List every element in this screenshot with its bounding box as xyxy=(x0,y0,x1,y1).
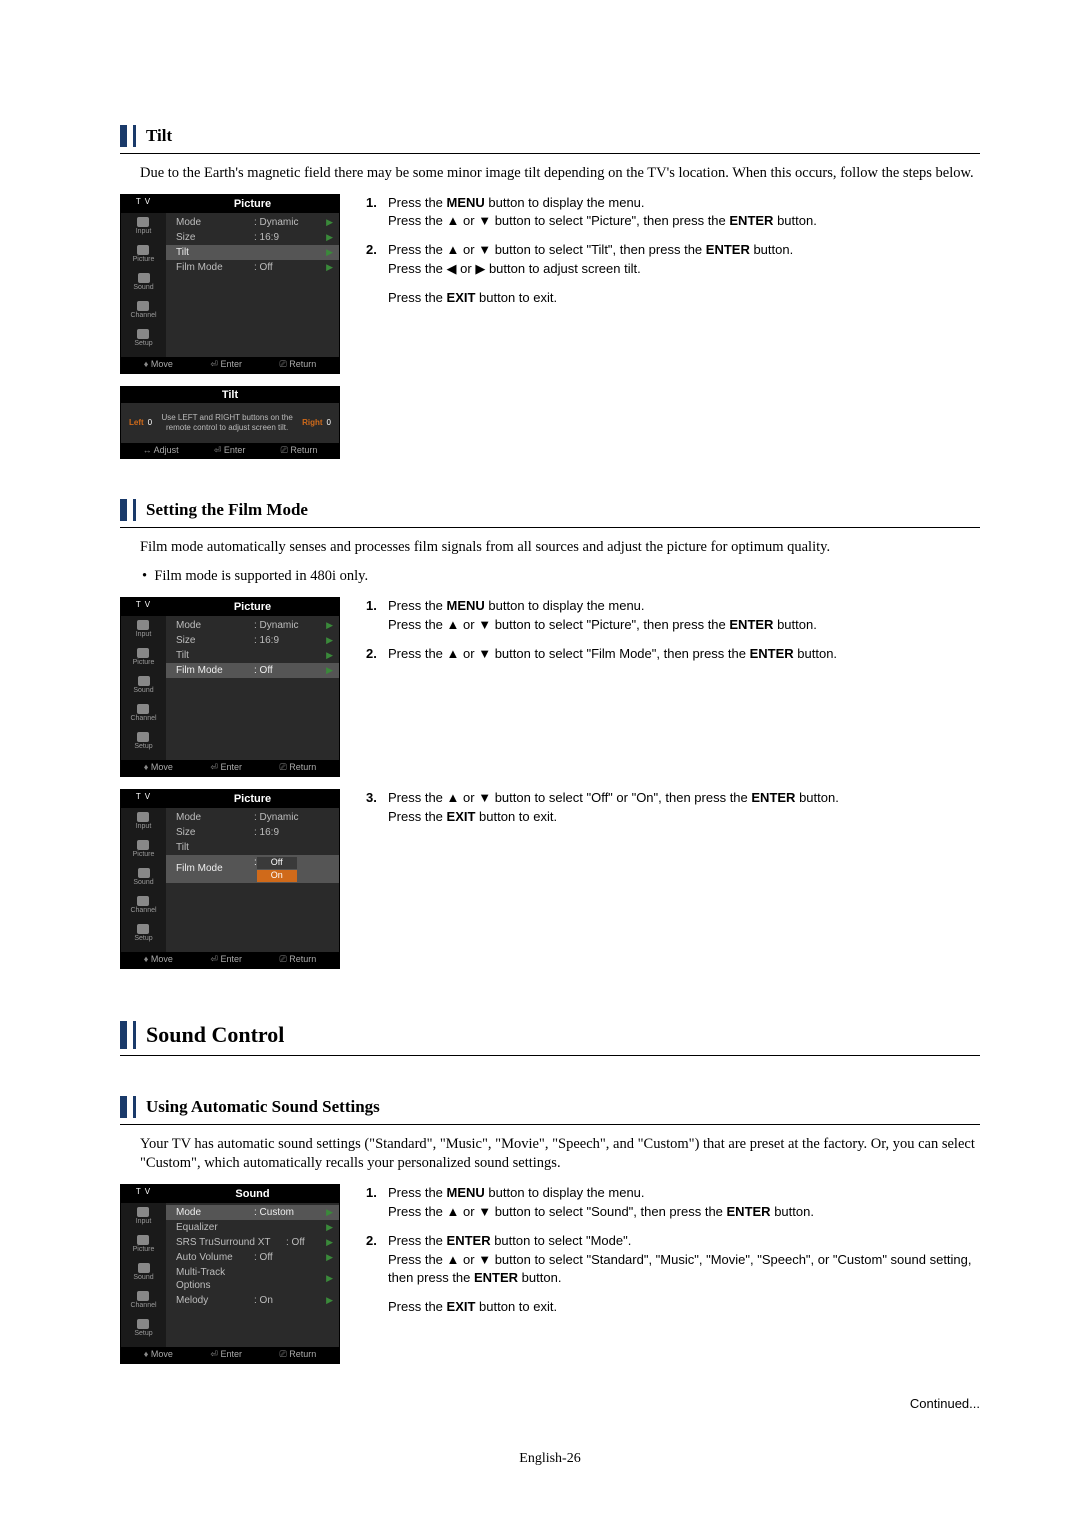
osd-picture-tilt: T VPictureInputPictureSoundChannelSetupM… xyxy=(120,194,340,374)
osd-picture-film2: T VPictureInputPictureSoundChannelSetupM… xyxy=(120,789,340,969)
rule xyxy=(120,1124,980,1125)
intro-auto-sound: Your TV has automatic sound settings ("S… xyxy=(140,1135,980,1174)
osd-picture-film1: T VPictureInputPictureSoundChannelSetupM… xyxy=(120,597,340,777)
section-sound-control: Sound Control xyxy=(120,1021,980,1056)
heading-bar xyxy=(133,1096,136,1118)
heading-bar xyxy=(133,125,136,147)
rule xyxy=(120,1055,980,1056)
page-footer: English-26 xyxy=(120,1451,980,1467)
osd-sound: T VSoundInputPictureSoundChannelSetupMod… xyxy=(120,1184,340,1364)
heading-bar xyxy=(120,1096,127,1118)
intro-film: Film mode automatically senses and proce… xyxy=(140,538,980,558)
intro-tilt: Due to the Earth's magnetic field there … xyxy=(140,164,980,184)
heading-bar xyxy=(133,499,136,521)
osd-tilt-adjust: Tilt Left0 Use LEFT and RIGHT buttons on… xyxy=(120,386,340,460)
section-auto-sound: Using Automatic Sound Settings Your TV h… xyxy=(120,1096,980,1411)
heading-bar xyxy=(133,1021,136,1049)
heading-film: Setting the Film Mode xyxy=(146,500,308,520)
rule xyxy=(120,153,980,154)
heading-auto-sound: Using Automatic Sound Settings xyxy=(146,1097,380,1117)
heading-row: Tilt xyxy=(120,125,980,147)
section-film-mode: Setting the Film Mode Film mode automati… xyxy=(120,499,980,981)
instructions-tilt: 1. Press the MENU button to display the … xyxy=(366,194,980,318)
continued: Continued... xyxy=(120,1396,980,1411)
instructions-film-2: 3. Press the ▲ or ▼ button to select "Of… xyxy=(366,789,980,837)
heading-sound-control: Sound Control xyxy=(146,1022,284,1048)
heading-bar xyxy=(120,499,127,521)
section-tilt: Tilt Due to the Earth's magnetic field t… xyxy=(120,125,980,459)
heading-tilt: Tilt xyxy=(146,126,172,146)
instructions-film-1: 1. Press the MENU button to display the … xyxy=(366,597,980,674)
rule xyxy=(120,527,980,528)
instructions-auto-sound: 1. Press the MENU button to display the … xyxy=(366,1184,980,1327)
heading-bar xyxy=(120,1021,127,1049)
bullet-film: • Film mode is supported in 480i only. xyxy=(142,568,980,585)
heading-bar xyxy=(120,125,127,147)
